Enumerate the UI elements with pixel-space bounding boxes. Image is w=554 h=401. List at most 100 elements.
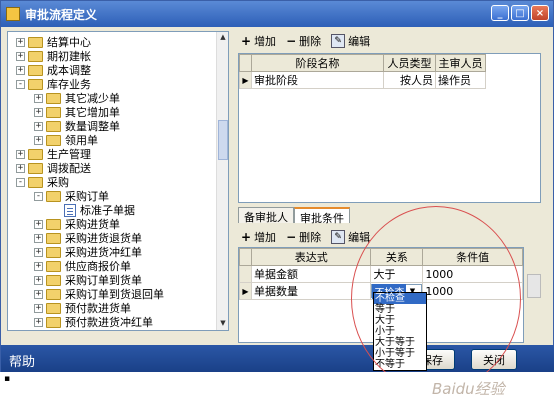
dropdown-option[interactable]: 小于 — [374, 326, 426, 337]
condition-value-cell[interactable]: 1000 — [422, 282, 523, 300]
stage-name-cell[interactable]: 审批阶段 — [251, 71, 384, 89]
tree-node[interactable]: - 采购订单 — [34, 189, 109, 203]
column-header-condition-value[interactable]: 条件值 — [422, 248, 523, 266]
edit-stage-button[interactable]: ✎ 编辑 — [331, 33, 370, 49]
stage-grid[interactable]: 阶段名称 人员类型 主审人员 ▶ 审批阶段 按人员 操作员 — [238, 53, 541, 203]
tab-approval-condition[interactable]: 审批条件 — [294, 207, 350, 225]
expand-icon[interactable]: + — [34, 219, 43, 229]
expression-cell[interactable]: 单据金额 — [250, 265, 372, 283]
tree-node[interactable]: + 生产管理 — [16, 147, 91, 161]
title-bar[interactable]: 审批流程定义 _ □ × — [1, 1, 553, 27]
dropdown-option[interactable]: 等于 — [374, 304, 426, 315]
main-reviewer-cell[interactable]: 操作员 — [435, 71, 486, 89]
person-type-cell[interactable]: 按人员 — [383, 71, 436, 89]
grid-scrollbar[interactable] — [527, 274, 541, 298]
folder-icon — [46, 106, 61, 118]
delete-stage-label: 删除 — [299, 35, 322, 48]
tree-node[interactable]: + 预付款进货单 — [34, 301, 131, 315]
dropdown-option[interactable]: 不等于 — [374, 359, 426, 370]
delete-stage-button[interactable]: − 删除 — [286, 33, 321, 49]
tree-node[interactable]: + 采购进货冲红单 — [34, 245, 142, 259]
tree-node[interactable]: + 调拨配送 — [16, 161, 91, 175]
expand-icon[interactable]: + — [16, 149, 25, 159]
tree-node[interactable]: + 数量调整单 — [34, 119, 120, 133]
expand-icon[interactable]: + — [34, 107, 43, 117]
tree-node[interactable]: + 成本调整 — [16, 63, 91, 77]
expand-icon[interactable]: + — [16, 37, 25, 47]
column-header-expression[interactable]: 表达式 — [250, 248, 372, 266]
tree-scrollbar[interactable]: ▲ ▼ — [216, 32, 228, 330]
expand-icon[interactable]: + — [34, 233, 43, 243]
tree-node[interactable]: + 结算中心 — [16, 35, 91, 49]
expand-icon[interactable]: + — [34, 303, 43, 313]
expand-icon[interactable]: + — [34, 289, 43, 299]
minus-icon: − — [286, 230, 297, 244]
add-condition-label: 增加 — [254, 231, 277, 244]
scroll-down-arrow-icon[interactable]: ▼ — [218, 319, 228, 329]
relation-dropdown-list[interactable]: 不检查 等于 大于 小于 大于等于 小于等于 不等于 — [373, 292, 427, 371]
dropdown-option[interactable]: 大于 — [374, 315, 426, 326]
expand-icon[interactable]: + — [34, 247, 43, 257]
tree-node[interactable]: + 采购进货单 — [34, 217, 120, 231]
stage-toolbar: + 增加 − 删除 ✎ 编辑 — [241, 32, 370, 50]
dropdown-option[interactable]: 小于等于 — [374, 348, 426, 359]
tree-node[interactable]: + 其它减少单 — [34, 91, 120, 105]
folder-icon — [46, 218, 61, 230]
expression-cell[interactable]: 单据数量 — [250, 282, 372, 300]
expand-icon[interactable]: + — [34, 93, 43, 103]
column-header-stage-name[interactable]: 阶段名称 — [251, 54, 384, 72]
relation-cell[interactable]: 大于 — [370, 265, 424, 283]
table-row[interactable]: ▶ 审批阶段 按人员 操作员 — [239, 71, 486, 89]
dropdown-option[interactable]: 不检查 — [374, 293, 426, 304]
delete-condition-button[interactable]: − 删除 — [286, 229, 321, 245]
help-link[interactable]: 帮助 — [9, 351, 35, 370]
column-header-relation[interactable]: 关系 — [370, 248, 424, 266]
folder-icon — [46, 190, 61, 202]
tree-node[interactable]: - 采购 — [16, 175, 69, 189]
expand-icon[interactable]: + — [34, 275, 43, 285]
expand-icon[interactable]: + — [16, 163, 25, 173]
add-stage-button[interactable]: + 增加 — [241, 33, 276, 49]
row-indicator-icon: ▶ — [239, 282, 252, 300]
minimize-button[interactable]: _ — [491, 5, 509, 21]
maximize-button[interactable]: □ — [511, 5, 529, 21]
close-button[interactable]: 关闭 — [471, 349, 517, 370]
expand-icon[interactable]: + — [16, 65, 25, 75]
delete-condition-label: 删除 — [299, 231, 322, 244]
column-header-person-type[interactable]: 人员类型 — [383, 54, 436, 72]
collapse-icon[interactable]: - — [16, 79, 25, 89]
scroll-up-arrow-icon[interactable]: ▲ — [218, 33, 228, 43]
collapse-icon[interactable]: - — [16, 177, 25, 187]
tree-node[interactable]: + 采购订单到货单 — [34, 273, 142, 287]
condition-toolbar: + 增加 − 删除 ✎ 编辑 — [241, 228, 370, 246]
folder-icon — [28, 50, 43, 62]
expand-icon[interactable]: + — [34, 121, 43, 131]
folder-icon — [46, 302, 61, 314]
tab-alternate-approver[interactable]: 备审批人 — [238, 207, 294, 224]
edit-condition-button[interactable]: ✎ 编辑 — [331, 229, 370, 245]
expand-icon[interactable]: + — [34, 135, 43, 145]
tree-node[interactable]: + 期初建帐 — [16, 49, 91, 63]
condition-value-cell[interactable]: 1000 — [422, 265, 523, 283]
column-header-main-reviewer[interactable]: 主审人员 — [435, 54, 486, 72]
expand-icon[interactable]: + — [34, 261, 43, 271]
document-type-tree[interactable]: ▲ ▼ + 结算中心 + 期初建帐 + 成本调整 - 库存业务 + 其它减少单 + 其它增加单 + 数量调… — [7, 31, 229, 331]
folder-icon — [28, 36, 43, 48]
tree-node[interactable]: + 其它增加单 — [34, 105, 120, 119]
tree-node[interactable]: + 预付款进货冲红单 — [34, 315, 153, 329]
tree-node[interactable]: + 供应商报价单 — [34, 259, 131, 273]
expand-icon[interactable]: + — [16, 51, 25, 61]
table-row[interactable]: 单据金额 大于 1000 — [239, 265, 523, 283]
add-stage-label: 增加 — [254, 35, 277, 48]
expand-icon[interactable]: + — [34, 317, 43, 327]
add-condition-button[interactable]: + 增加 — [241, 229, 276, 245]
tree-node[interactable]: 标准子单据 — [52, 203, 135, 217]
tree-node[interactable]: - 库存业务 — [16, 77, 91, 91]
close-window-button[interactable]: × — [531, 5, 549, 21]
tree-node[interactable]: + 采购订单到货退回单 — [34, 287, 164, 301]
tree-scroll-thumb[interactable] — [218, 120, 228, 160]
collapse-icon[interactable]: - — [34, 191, 43, 201]
dropdown-option[interactable]: 大于等于 — [374, 337, 426, 348]
tree-node[interactable]: + 采购进货退货单 — [34, 231, 142, 245]
tree-node[interactable]: + 领用单 — [34, 133, 98, 147]
